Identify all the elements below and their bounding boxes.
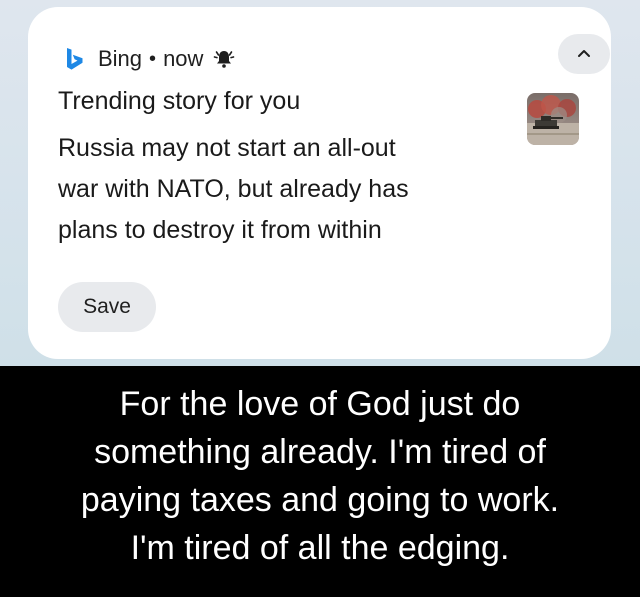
header-separator: • — [149, 47, 157, 70]
news-photo-thumbnail — [527, 93, 579, 145]
bing-logo-icon — [64, 47, 84, 71]
body-line: plans to destroy it from within — [58, 216, 382, 244]
collapse-button[interactable] — [558, 34, 610, 74]
caption-line: For the love of God just do — [119, 385, 521, 423]
notification-body: Russia may not start an all-out war with… — [58, 128, 528, 251]
notification-header: Bing • now — [64, 43, 235, 75]
body-line: war with NATO, but already has — [58, 175, 409, 203]
app-name: Bing — [98, 46, 143, 71]
caption-line: paying taxes and going to work. — [80, 481, 560, 519]
caption-line: I'm tired of all the edging. — [130, 529, 510, 567]
meme-caption: For the love of God just do something al… — [0, 380, 640, 572]
chevron-up-icon — [577, 45, 591, 63]
caption-line: something already. I'm tired of — [94, 433, 546, 471]
notification-shade-background: Bing • now Trending story for you Russia… — [0, 0, 640, 366]
notification-title: Trending story for you — [58, 87, 301, 115]
save-button[interactable]: Save — [58, 282, 156, 332]
notification-time: now — [163, 46, 204, 71]
notification-card[interactable]: Bing • now Trending story for you Russia… — [28, 7, 611, 359]
body-line: Russia may not start an all-out — [58, 134, 396, 162]
bell-alert-icon — [213, 48, 235, 70]
